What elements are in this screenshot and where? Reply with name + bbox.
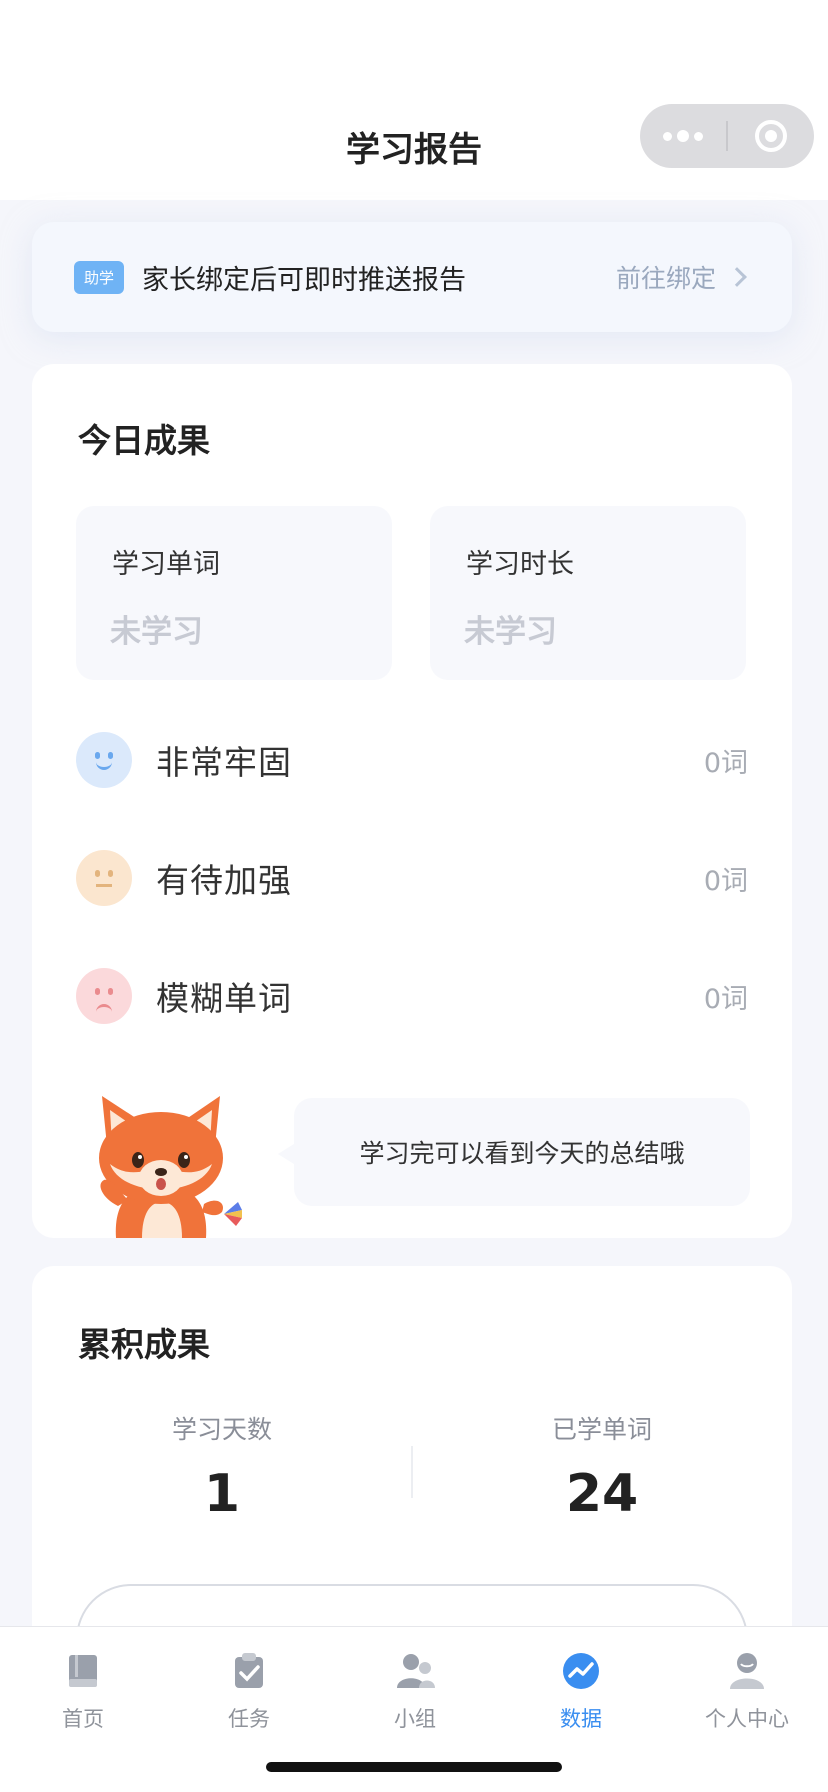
stat-label: 学习时长 xyxy=(466,549,574,580)
tab-label: 首页 xyxy=(62,1707,104,1731)
clipboard-icon xyxy=(235,1653,263,1688)
learned-words-label: 已学单词 xyxy=(551,1415,652,1444)
chevron-right-icon[interactable] xyxy=(727,267,747,287)
mastery-row-needs-work[interactable]: 有待加强 0词 xyxy=(76,848,748,908)
stat-value: 未学习 xyxy=(464,614,557,650)
tab-data[interactable]: 数据 xyxy=(498,1645,664,1735)
target-icon[interactable] xyxy=(728,104,814,168)
bind-banner-text: 家长绑定后可即时推送报告 xyxy=(142,264,467,296)
learned-words-value: 24 xyxy=(565,1464,639,1524)
neutral-face-icon xyxy=(76,850,132,906)
fox-mascot-icon xyxy=(99,1096,242,1238)
tab-label: 小组 xyxy=(394,1707,436,1731)
stats-divider xyxy=(411,1446,413,1498)
mini-program-capsule xyxy=(640,104,814,168)
today-results-title: 今日成果 xyxy=(78,421,210,460)
tab-label: 任务 xyxy=(228,1707,270,1731)
tab-label: 数据 xyxy=(560,1707,602,1731)
mastery-row-fuzzy[interactable]: 模糊单词 0词 xyxy=(76,966,748,1026)
assist-badge: 助学 xyxy=(74,260,125,294)
mastery-count: 0词 xyxy=(703,983,748,1015)
navigation-bar: 学习报告 xyxy=(0,0,828,200)
book-icon xyxy=(69,1655,97,1687)
chart-icon xyxy=(563,1653,599,1689)
profile-icon xyxy=(730,1653,764,1689)
summary-tip-bubble: 学习完可以看到今天的总结哦 xyxy=(278,1098,750,1206)
study-days-value: 1 xyxy=(203,1464,241,1524)
tab-tasks[interactable]: 任务 xyxy=(166,1645,332,1735)
learned-words-stat: 已学单词 24 xyxy=(452,1410,752,1524)
go-bind-link[interactable]: 前往绑定 xyxy=(616,259,716,295)
stat-value: 未学习 xyxy=(110,614,203,650)
mastery-label: 模糊单词 xyxy=(156,979,292,1018)
cumulative-results-title: 累积成果 xyxy=(78,1325,210,1364)
mastery-count: 0词 xyxy=(703,865,748,897)
tab-home[interactable]: 首页 xyxy=(0,1645,166,1735)
stat-label: 学习单词 xyxy=(112,549,220,580)
mastery-label: 非常牢固 xyxy=(156,743,292,782)
tab-group[interactable]: 小组 xyxy=(332,1645,498,1735)
tab-profile[interactable]: 个人中心 xyxy=(664,1645,828,1735)
sad-face-icon xyxy=(76,968,132,1024)
group-icon xyxy=(397,1654,435,1688)
mastery-label: 有待加强 xyxy=(156,861,292,900)
smile-face-icon xyxy=(76,732,132,788)
more-dots-icon[interactable] xyxy=(640,104,726,168)
home-indicator xyxy=(266,1762,562,1772)
stat-words-studied: 学习单词 未学习 xyxy=(76,506,392,680)
stat-study-time: 学习时长 未学习 xyxy=(430,506,746,680)
mastery-count: 0词 xyxy=(703,747,748,779)
mastery-row-solid[interactable]: 非常牢固 0词 xyxy=(76,730,748,790)
cumulative-results-card: 累积成果 学习天数 1 已学单词 24 查看已学单词掌握情况 xyxy=(32,1266,792,1694)
study-days-label: 学习天数 xyxy=(171,1415,272,1444)
tab-label: 个人中心 xyxy=(705,1707,789,1731)
study-days-stat: 学习天数 1 xyxy=(72,1410,372,1524)
today-results-card: 今日成果 学习单词 未学习 学习时长 未学习 非常牢固 0词 有待加强 0词 模… xyxy=(32,364,792,1238)
parent-bind-banner[interactable]: 助学 家长绑定后可即时推送报告 前往绑定 xyxy=(32,222,792,332)
